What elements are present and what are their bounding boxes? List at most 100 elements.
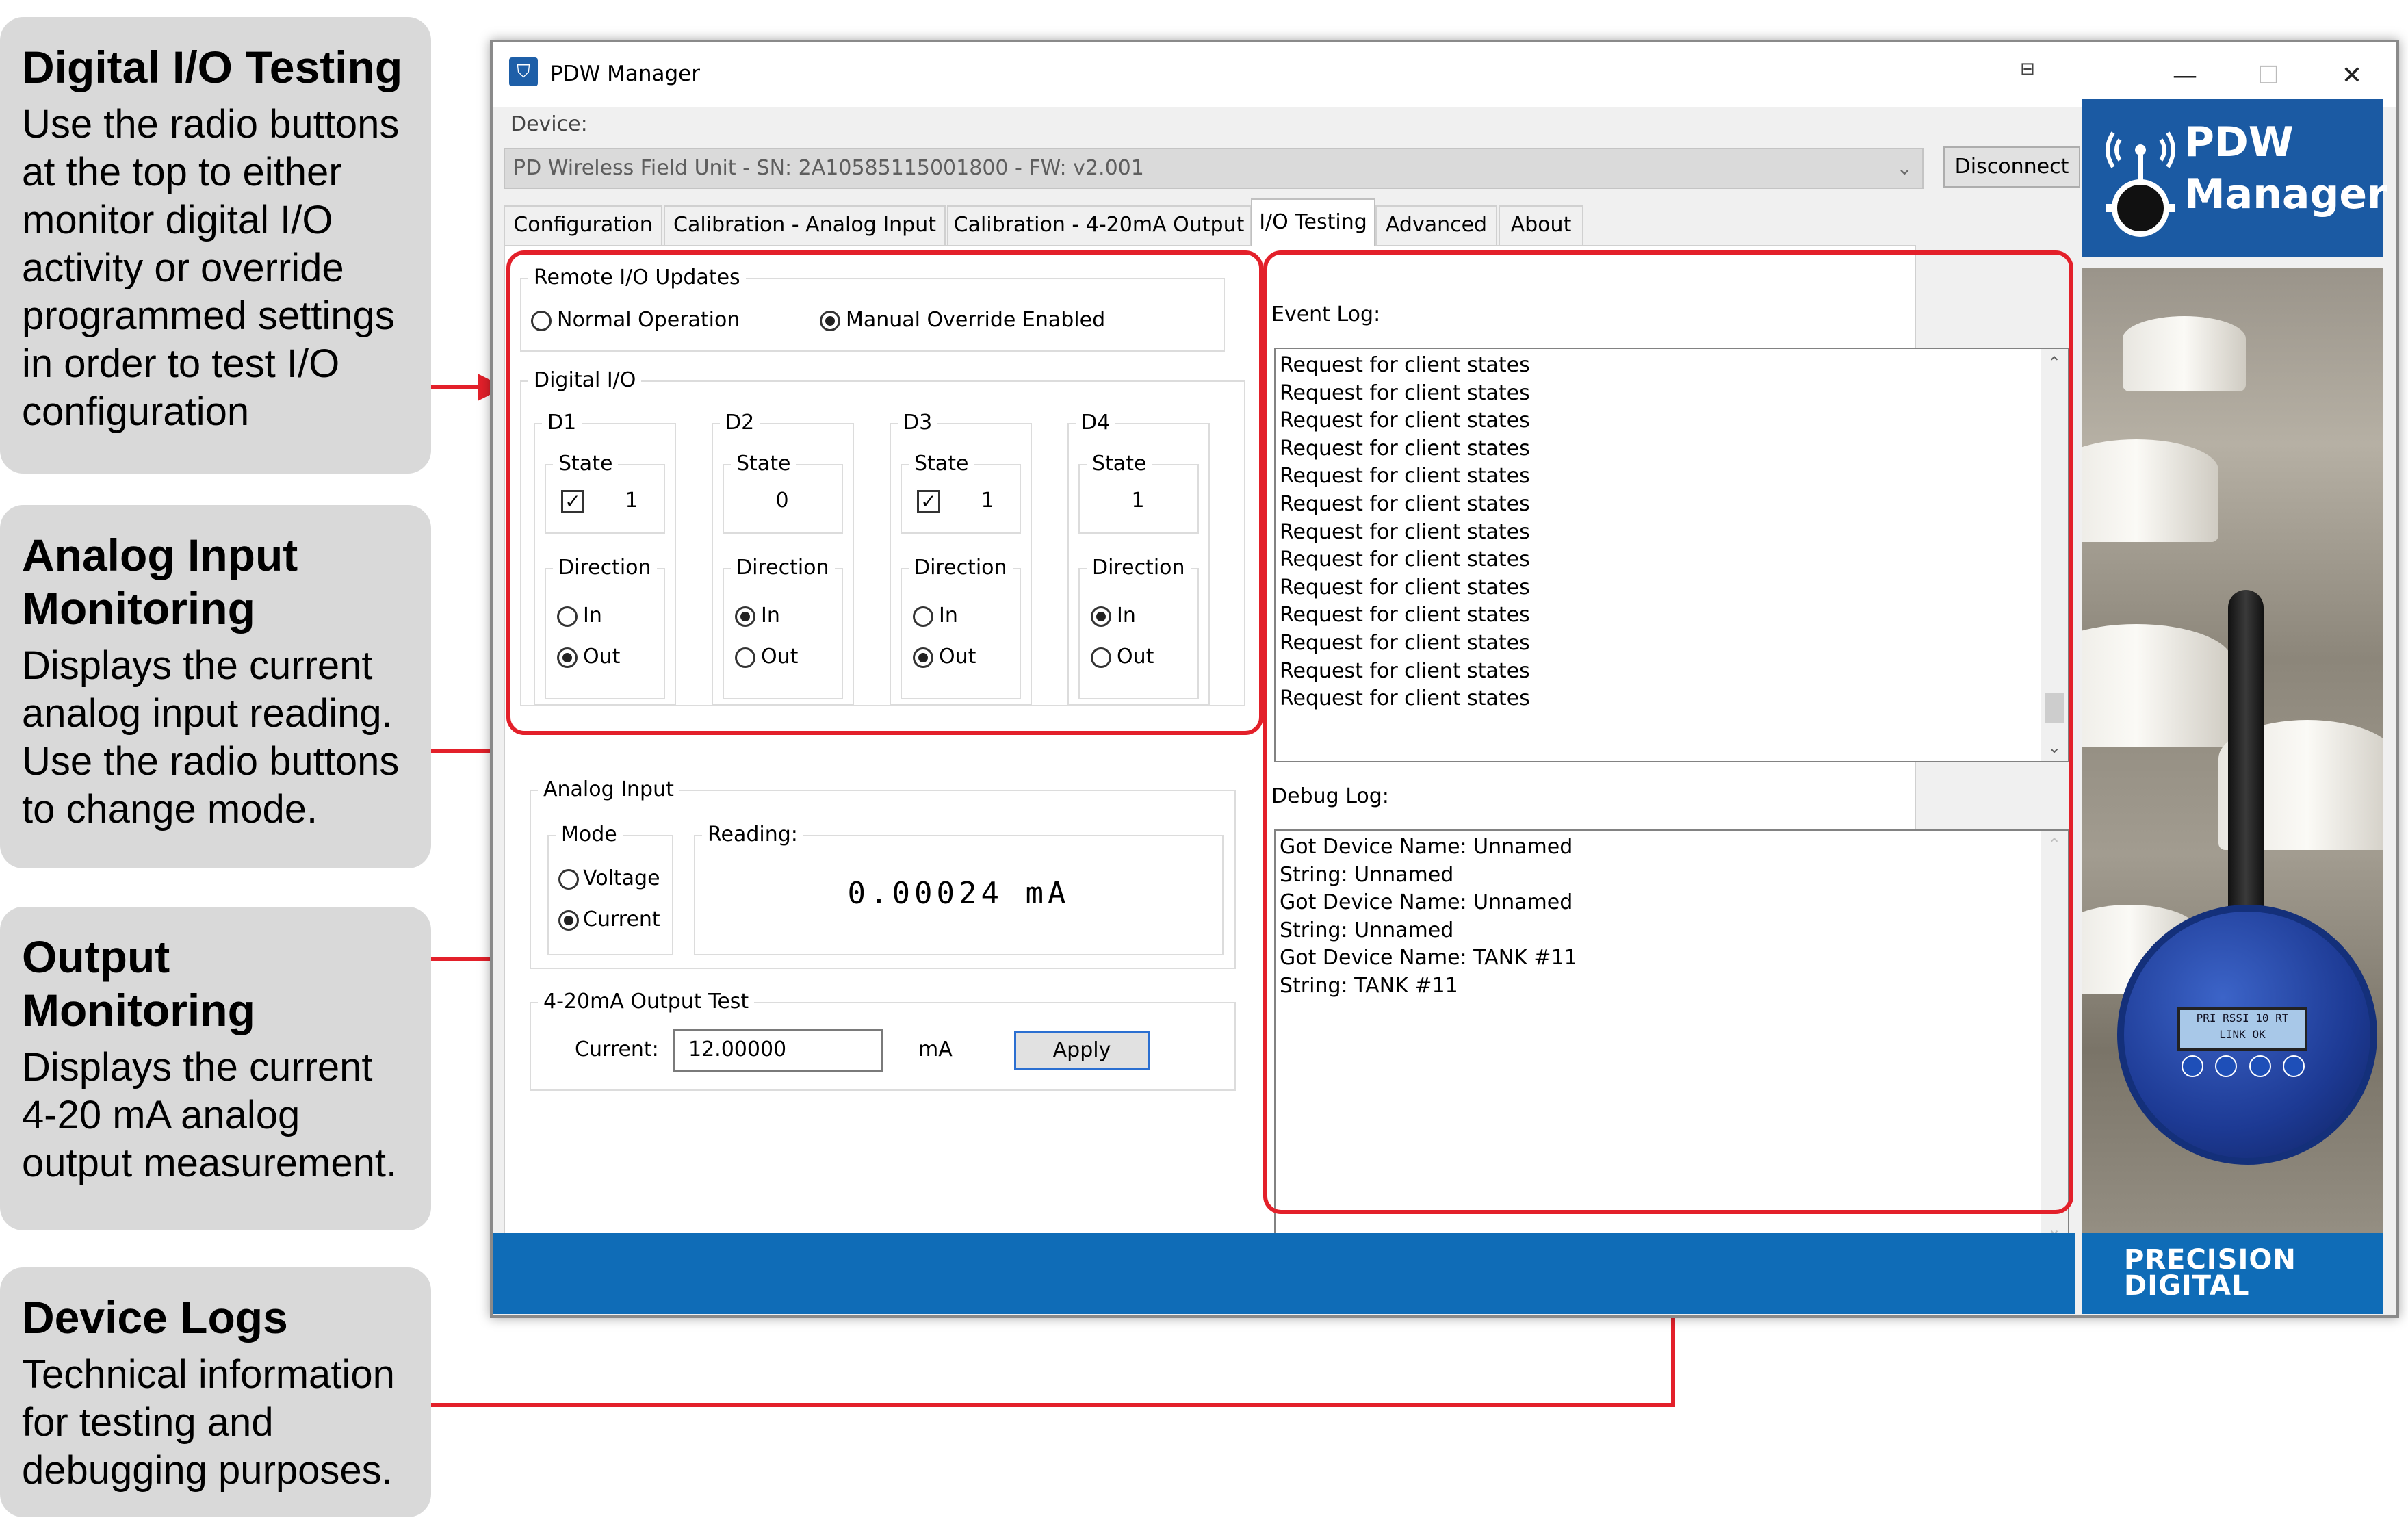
in-label: In — [761, 604, 780, 628]
remote-io-title: Remote I/O Updates — [528, 264, 746, 292]
antenna-shape — [2228, 590, 2264, 932]
d2-out-radio[interactable] — [735, 647, 755, 668]
callout-analog-input: Analog Input Monitoring Displays the cur… — [0, 505, 431, 868]
arrow-analog-input — [431, 749, 500, 753]
log-line: Request for client states — [1280, 686, 1530, 711]
device-label: Device: — [510, 112, 588, 136]
debug-log-scrollbar[interactable]: ⌃ ⌄ — [2041, 831, 2068, 1243]
output-current-input[interactable]: 12.00000 — [673, 1029, 883, 1072]
reading-value: 0.00024 mA — [847, 876, 1070, 911]
in-label: In — [1117, 604, 1136, 628]
scroll-up-icon[interactable]: ⌃ — [2041, 831, 2068, 858]
device-buttons — [2182, 1055, 2305, 1077]
log-line: Request for client states — [1280, 630, 1530, 655]
reading-label: Reading: — [702, 821, 803, 849]
log-line: Request for client states — [1280, 380, 1530, 405]
log-line: Request for client states — [1280, 519, 1530, 544]
state-group: State ✓ 1 — [545, 450, 665, 534]
apply-button[interactable]: Apply — [1014, 1031, 1150, 1070]
in-label: In — [583, 604, 602, 628]
mode-label: Mode — [556, 821, 623, 849]
log-line: Request for client states — [1280, 409, 1530, 433]
arrow-device-logs — [431, 1403, 1675, 1407]
digital-io-group: Digital I/O D1 State ✓ 1 Direction In Ou… — [520, 367, 1245, 706]
callout-output: Output Monitoring Displays the current 4… — [0, 907, 431, 1230]
debug-log-lines: Got Device Name: Unnamed String: Unnamed G… — [1276, 831, 2068, 1001]
close-button[interactable]: ✕ — [2314, 52, 2390, 100]
log-line: Request for client states — [1280, 547, 1530, 572]
d1-out-radio[interactable] — [557, 647, 578, 668]
d3-out-radio[interactable] — [913, 647, 933, 668]
maximize-button[interactable]: ☐ — [2231, 52, 2306, 100]
scroll-thumb[interactable] — [2045, 693, 2064, 723]
dock-icon[interactable]: ⊟ — [2020, 59, 2047, 81]
state-group: State ✓ 1 — [901, 450, 1021, 534]
channel-name: D4 — [1076, 409, 1116, 437]
manual-override-radio[interactable] — [820, 311, 840, 331]
d4-out-radio[interactable] — [1091, 647, 1111, 668]
manual-override-label: Manual Override Enabled — [846, 308, 1106, 332]
channel-name: D2 — [720, 409, 760, 437]
output-unit: mA — [918, 1037, 953, 1061]
app-logo-icon: ⛉ — [509, 57, 538, 86]
company-line-1: PRECISION — [2124, 1244, 2296, 1276]
d1-state-value: 1 — [625, 489, 638, 513]
chevron-down-icon: ⌄ — [1896, 157, 1913, 179]
direction-group: Direction In Out — [1078, 554, 1199, 699]
brand-line-1: PDW — [2184, 118, 2294, 166]
channel-d1: D1 State ✓ 1 Direction In Out — [534, 409, 676, 705]
log-line: Request for client states — [1280, 603, 1530, 628]
io-testing-panel: Remote I/O Updates Normal Operation Manu… — [504, 245, 2069, 1259]
device-select[interactable]: PD Wireless Field Unit - SN: 2A105851150… — [504, 148, 1924, 189]
voltage-radio[interactable] — [558, 869, 579, 890]
d1-state-checkbox[interactable]: ✓ — [561, 490, 584, 513]
log-line: String: TANK #11 — [1280, 973, 1458, 998]
tab-io-testing[interactable]: I/O Testing — [1251, 198, 1375, 246]
minimize-button[interactable]: — — [2147, 52, 2223, 100]
callout-device-logs: Device Logs Technical information for te… — [0, 1267, 431, 1517]
device-screen-text: PRI RSSI 10 RT LINK OK — [2196, 1011, 2289, 1041]
callout-text: Technical information for testing and de… — [22, 1352, 395, 1493]
brand-text: PDW Manager — [2184, 116, 2387, 220]
d3-state-checkbox[interactable]: ✓ — [917, 490, 940, 513]
d4-in-radio[interactable] — [1091, 606, 1111, 627]
tab-configuration[interactable]: Configuration — [504, 205, 662, 245]
tab-calibration-analog-input[interactable]: Calibration - Analog Input — [664, 205, 946, 245]
log-line: Got Device Name: TANK #11 — [1280, 946, 1577, 970]
callout-digital-io: Digital I/O Testing Use the radio button… — [0, 17, 431, 474]
direction-label: Direction — [731, 554, 835, 582]
tab-advanced[interactable]: Advanced — [1375, 205, 1497, 245]
direction-label: Direction — [553, 554, 657, 582]
analog-input-title: Analog Input — [538, 776, 679, 803]
current-label: Current — [583, 907, 660, 931]
remote-io-group: Remote I/O Updates Normal Operation Manu… — [520, 264, 1225, 352]
event-log-label: Event Log: — [1271, 302, 1381, 326]
direction-label: Direction — [909, 554, 1013, 582]
callout-text: Use the radio buttons at the top to eith… — [22, 102, 400, 434]
scroll-up-icon[interactable]: ⌃ — [2041, 349, 2068, 376]
tab-calibration-output[interactable]: Calibration - 4-20mA Output — [947, 205, 1251, 245]
direction-group: Direction In Out — [901, 554, 1021, 699]
d2-in-radio[interactable] — [735, 606, 755, 627]
scroll-down-icon[interactable]: ⌄ — [2041, 734, 2068, 761]
current-radio[interactable] — [558, 910, 579, 931]
event-log[interactable]: Request for client states Request for cli… — [1274, 348, 2069, 762]
direction-group: Direction In Out — [723, 554, 843, 699]
out-label: Out — [939, 645, 976, 669]
mode-group: Mode Voltage Current — [547, 821, 673, 955]
app-window: ⛉ PDW Manager ⊟ — ☐ ✕ Device: PD Wireles… — [490, 40, 2399, 1318]
debug-log[interactable]: Got Device Name: Unnamed String: Unnamed G… — [1274, 829, 2069, 1244]
normal-operation-radio[interactable] — [531, 311, 552, 331]
log-line: Request for client states — [1280, 575, 1530, 599]
log-line: Request for client states — [1280, 658, 1530, 683]
event-log-scrollbar[interactable]: ⌃ ⌄ — [2041, 349, 2068, 761]
disconnect-button[interactable]: Disconnect — [1943, 146, 2080, 188]
callout-title: Device Logs — [22, 1292, 288, 1343]
tab-about[interactable]: About — [1499, 205, 1583, 245]
d1-in-radio[interactable] — [557, 606, 578, 627]
output-current-label: Current: — [575, 1037, 659, 1061]
device-button-icon — [2182, 1055, 2203, 1077]
log-line: Request for client states — [1280, 491, 1530, 516]
d3-in-radio[interactable] — [913, 606, 933, 627]
log-line: Got Device Name: Unnamed — [1280, 835, 1573, 859]
